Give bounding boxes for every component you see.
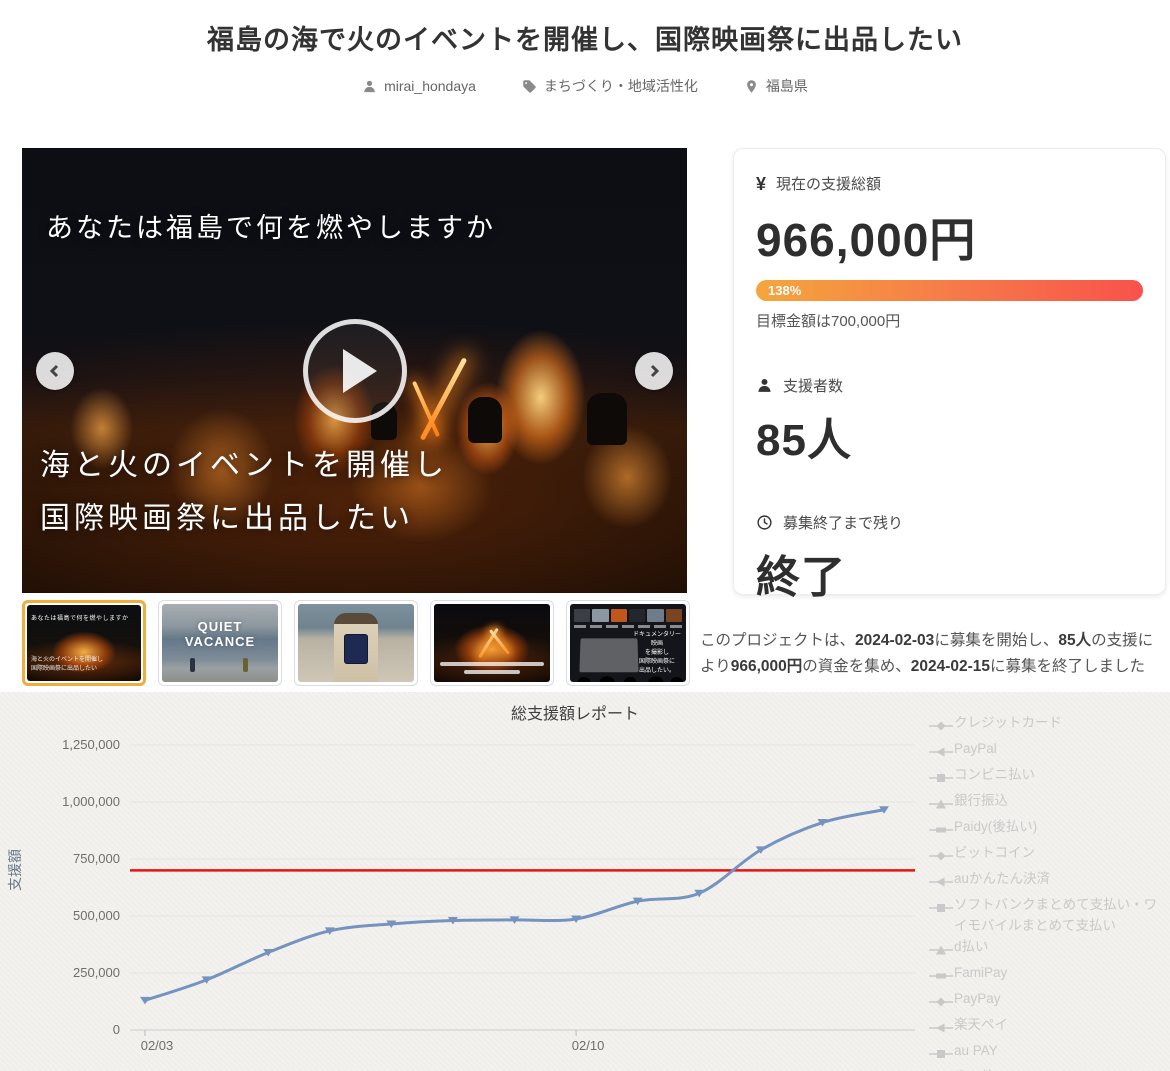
legend-marker-icon [928, 1040, 954, 1066]
clock-icon [757, 515, 772, 530]
progress-bar: 138% [756, 280, 1143, 301]
location-link[interactable]: 福島県 [744, 76, 808, 96]
svg-text:02/03: 02/03 [141, 1038, 174, 1053]
project-summary: このプロジェクトは、2024-02-03に募集を開始し、85人の支援により966… [700, 632, 1154, 676]
legend-item[interactable]: PayPal [928, 738, 1170, 764]
legend-marker-icon [928, 962, 954, 988]
legend-marker-icon [928, 936, 954, 962]
legend-marker-icon [928, 988, 954, 1014]
video-player[interactable]: あなたは福島で何を燃やしますか 海と火のイベントを開催し 国際映画祭に出品したい [22, 148, 687, 593]
location-name: 福島県 [765, 78, 808, 94]
carousel-next-button[interactable] [635, 351, 673, 390]
video-overlay-question: あなたは福島で何を燃やしますか [46, 213, 496, 243]
svg-text:0: 0 [113, 1022, 120, 1037]
thumbnail-fire-scene[interactable]: あなたは福島で何を燃やしますか 海と火のイベントを開催し 国際映画祭に出品したい [22, 600, 146, 686]
legend-item[interactable]: クレジットカード [928, 712, 1170, 738]
progress-percent: 138% [768, 283, 802, 298]
legend-item[interactable]: PayPay [928, 988, 1170, 1014]
carousel-prev-button[interactable] [36, 351, 74, 390]
map-pin-icon [747, 79, 756, 93]
legend-item[interactable]: コンビニ払い [928, 764, 1170, 790]
page-title: 福島の海で火のイベントを開催し、国際映画祭に出品したい [207, 25, 963, 55]
legend-marker-icon [928, 842, 954, 868]
video-overlay-title: 海と火のイベントを開催し 国際映画祭に出品したい [40, 449, 448, 535]
stats-card: ¥ 現在の支援総額 966,000円 138% 目標金額は700,000円 支援… [733, 148, 1166, 602]
chevron-right-icon [650, 364, 660, 377]
supporters-block: 支援者数 85人 [756, 375, 1143, 468]
supporters-value: 85人 [756, 416, 852, 465]
svg-text:支援額: 支援額 [7, 849, 23, 891]
filmstrip [574, 609, 682, 622]
svg-text:02/10: 02/10 [572, 1038, 605, 1053]
total-amount-value: 966,000円 [756, 214, 977, 266]
svg-text:250,000: 250,000 [73, 965, 120, 980]
thumbnail-quiet-vacance[interactable]: QUIET VACANCE [158, 600, 282, 686]
legend-marker-icon [928, 894, 954, 920]
deadline-value: 終了 [756, 553, 846, 602]
play-icon [342, 348, 377, 393]
svg-text:1,250,000: 1,250,000 [62, 737, 120, 752]
project-page: 福島の海で火のイベントを開催し、国際映画祭に出品したい mirai_honday… [0, 0, 1170, 1071]
thumbnail-person-with-book[interactable] [294, 600, 418, 686]
yen-icon: ¥ [756, 173, 767, 194]
legend-item[interactable]: auかんたん決済 [928, 868, 1170, 894]
total-amount-label-row: ¥ 現在の支援総額 [756, 173, 882, 194]
thumbnail-caption: ドキュメンタリー映画 を撮影し 国際映画祭に 出品したい。 [632, 632, 681, 674]
chart-legend: クレジットカード PayPal コンビニ払い 銀行振込 Paidy(後払い) ビットコイン… [928, 712, 1170, 1071]
legend-item[interactable]: d払い [928, 936, 1170, 962]
user-icon [364, 80, 375, 92]
legend-marker-icon [928, 1066, 954, 1071]
burning-sculpture [419, 356, 468, 441]
person-silhouette [587, 392, 628, 445]
support-report-chart: 総支援額レポート 0 250,000 500,000 750,000 1,000,000… [0, 692, 1170, 1071]
legend-item[interactable]: au PAY [928, 1040, 1170, 1066]
navy-book [345, 635, 367, 664]
category-name: まちづくり・地域活性化 [543, 78, 698, 94]
svg-text:750,000: 750,000 [73, 851, 120, 866]
legend-item[interactable]: 楽天ペイ [928, 1014, 1170, 1040]
goal-amount-text: 目標金額は700,000円 [756, 313, 901, 330]
legend-marker-icon [928, 816, 954, 842]
chevron-left-icon [49, 364, 59, 377]
legend-marker-icon [928, 738, 954, 764]
legend-item[interactable]: ソフトバンクまとめて支払い・ワイモバイルまとめて支払い [928, 894, 1170, 936]
legend-item[interactable]: 銀行振込 [928, 790, 1170, 816]
tag-icon [523, 79, 536, 93]
legend-marker-icon [928, 1014, 954, 1040]
legend-marker-icon [928, 868, 954, 894]
owner-name: mirai_hondaya [384, 78, 476, 94]
play-button[interactable] [302, 318, 407, 423]
legend-marker-icon [928, 712, 954, 738]
cinema-screen [579, 638, 639, 673]
legend-item[interactable]: その他 [928, 1066, 1170, 1071]
svg-text:500,000: 500,000 [73, 908, 120, 923]
legend-marker-icon [928, 764, 954, 790]
thumbnail-strip: あなたは福島で何を燃やしますか 海と火のイベントを開催し 国際映画祭に出品したい… [22, 600, 690, 686]
legend-item[interactable]: FamiPay [928, 962, 1170, 988]
person-silhouette [467, 397, 502, 444]
project-meta: mirai_hondaya まちづくり・地域活性化 福島県 [0, 76, 1170, 96]
svg-text:1,000,000: 1,000,000 [62, 794, 120, 809]
thumbnail-documentary-collage[interactable]: ドキュメンタリー映画 を撮影し 国際映画祭に 出品したい。 [566, 600, 690, 686]
legend-item[interactable]: Paidy(後払い) [928, 816, 1170, 842]
owner-link[interactable]: mirai_hondaya [362, 76, 476, 96]
deadline-block: 募集終了まで残り 終了 [756, 512, 1143, 605]
legend-marker-icon [928, 790, 954, 816]
category-link[interactable]: まちづくり・地域活性化 [522, 76, 698, 96]
thumbnail-burning-figure[interactable] [430, 600, 554, 686]
legend-item[interactable]: ビットコイン [928, 842, 1170, 868]
user-icon [758, 378, 771, 392]
